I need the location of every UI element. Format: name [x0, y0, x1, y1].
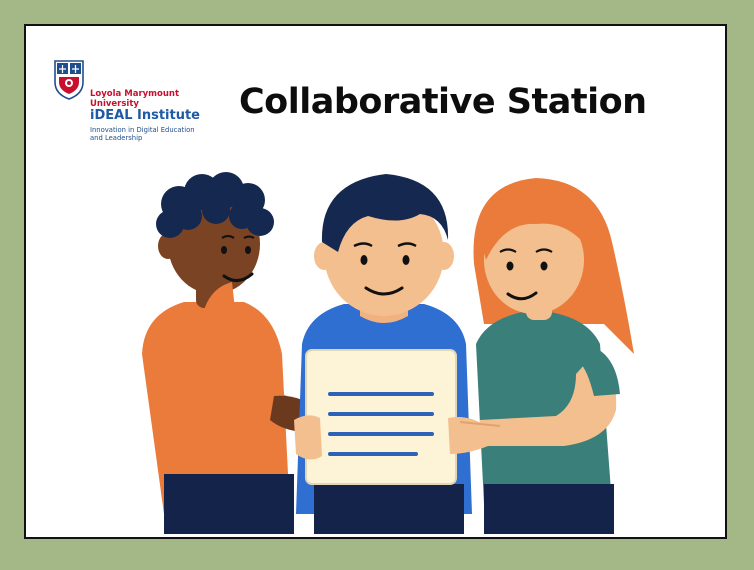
logo-university-name: Loyola Marymount University	[90, 89, 200, 109]
lmu-shield-icon	[54, 60, 84, 100]
station-card: Loyola Marymount University iDEAL Instit…	[24, 24, 727, 539]
logo-tagline: Innovation in Digital Education and Lead…	[90, 126, 210, 142]
lmu-ideal-logo: Loyola Marymount University iDEAL Instit…	[54, 60, 224, 142]
students-illustration	[142, 172, 634, 534]
document-sheet	[305, 349, 457, 485]
page-title: Collaborative Station	[239, 82, 647, 122]
logo-tagline-line2: and Leadership	[90, 134, 143, 142]
logo-institute-name: iDEAL Institute	[90, 108, 200, 123]
right-student-figure	[473, 178, 634, 534]
logo-tagline-line1: Innovation in Digital Education	[90, 126, 195, 134]
left-student-figure	[142, 172, 319, 534]
